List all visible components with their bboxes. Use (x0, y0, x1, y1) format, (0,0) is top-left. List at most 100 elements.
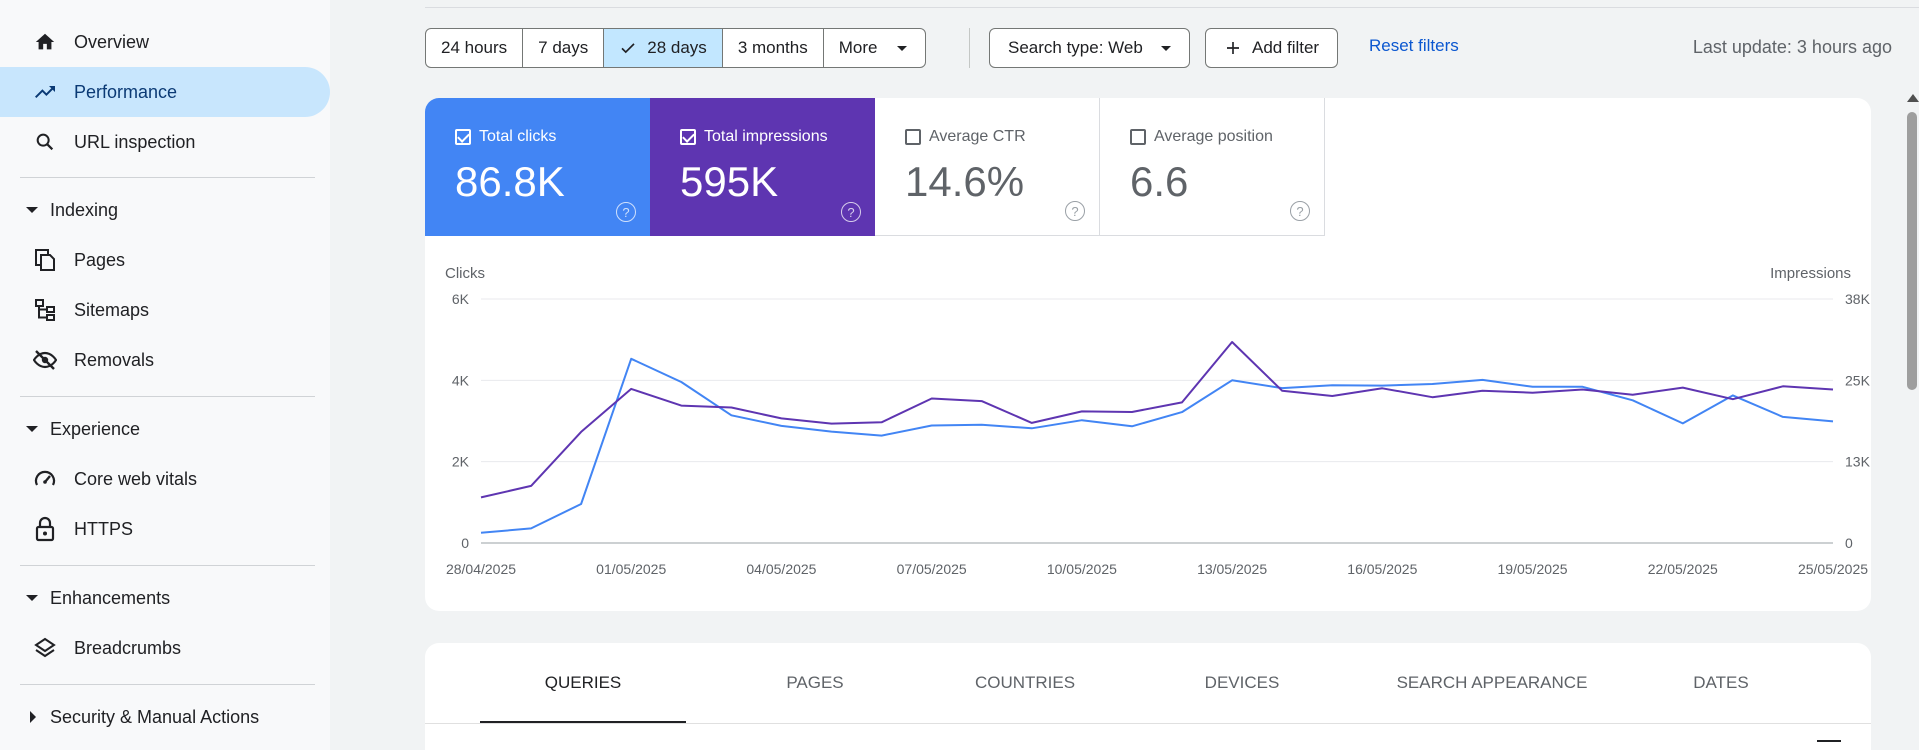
dropdown-arrow-icon (897, 45, 908, 51)
range-7-days[interactable]: 7 days (523, 29, 605, 67)
home-icon (32, 29, 58, 55)
y-right-tick-label: 13K (1845, 454, 1871, 470)
caret-down-icon (26, 426, 38, 432)
range-label: 7 days (538, 38, 589, 57)
checkbox[interactable] (1130, 129, 1146, 145)
metric-value: 6.6 (1130, 158, 1189, 205)
metric-label: Average position (1154, 128, 1273, 145)
sitemap-icon (32, 297, 58, 323)
tab-countries[interactable]: COUNTRIES (925, 643, 1125, 723)
tab-devices[interactable]: DEVICES (1142, 643, 1342, 723)
visibility-off-icon (32, 347, 58, 373)
y-left-tick-label: 4K (452, 372, 470, 388)
y-left-tick-label: 0 (461, 535, 469, 551)
check-icon (621, 43, 635, 54)
trending-up-icon (32, 79, 58, 105)
sidebar-item-overview[interactable]: Overview (0, 17, 330, 67)
sidebar-item-label: HTTPS (74, 518, 134, 539)
tab-queries[interactable]: QUERIES (480, 643, 686, 723)
layers-icon (32, 635, 58, 661)
range-label: 28 days (647, 38, 707, 57)
x-tick-label: 25/05/2025 (1798, 561, 1868, 577)
add-filter-label: Add filter (1252, 38, 1320, 57)
tab-search-appearance[interactable]: SEARCH APPEARANCE (1362, 643, 1622, 723)
sidebar-item-label: Overview (74, 31, 150, 52)
help-icon[interactable]: ? (841, 202, 861, 222)
sidebar-item-label: Breadcrumbs (74, 637, 182, 658)
help-icon[interactable]: ? (1290, 201, 1310, 221)
sidebar-item-label: Core web vitals (74, 468, 198, 489)
add-filter-button[interactable]: Add filter (1205, 28, 1339, 68)
caret-down-icon (26, 595, 38, 601)
sidebar-item-pages[interactable]: Pages (0, 235, 330, 285)
scroll-up-icon[interactable] (1907, 94, 1919, 102)
x-tick-label: 10/05/2025 (1047, 561, 1117, 577)
x-tick-label: 22/05/2025 (1648, 561, 1718, 577)
scrollbar[interactable] (1903, 90, 1919, 750)
tab-label: QUERIES (544, 673, 622, 692)
section-security[interactable]: Security & Manual Actions (0, 697, 330, 737)
tab-label: COUNTRIES (974, 673, 1076, 692)
toolbar-separator (969, 28, 970, 68)
divider (20, 396, 315, 397)
help-icon[interactable]: ? (1065, 201, 1085, 221)
sidebar-item-label: Performance (74, 81, 178, 102)
performance-card: Total clicks 86.8K ? Total impressions 5… (425, 98, 1871, 611)
caret-down-icon (26, 207, 38, 213)
date-range-selector: 24 hours 7 days 28 days 3 months More (425, 28, 927, 68)
search-type-label: Search type: Web (1008, 38, 1143, 57)
sidebar-item-url-inspection[interactable]: URL inspection (0, 117, 330, 167)
tab-dates[interactable]: DATES (1621, 643, 1821, 723)
section-enhancements[interactable]: Enhancements (0, 578, 330, 618)
sidebar-item-removals[interactable]: Removals (0, 335, 330, 385)
help-icon[interactable]: ? (616, 202, 636, 222)
range-more[interactable]: More (824, 29, 926, 67)
checkbox[interactable] (680, 129, 696, 145)
section-indexing[interactable]: Indexing (0, 190, 330, 230)
metric-average-position[interactable]: Average position 6.6 ? (1100, 98, 1325, 236)
metric-total-clicks[interactable]: Total clicks 86.8K ? (425, 98, 650, 236)
sidebar-item-performance[interactable]: Performance (0, 67, 330, 117)
y-right-tick-label: 25K (1845, 372, 1871, 388)
menu-icon[interactable] (1817, 740, 1841, 742)
pages-icon (32, 247, 58, 273)
metric-label: Total impressions (704, 128, 828, 145)
section-label: Experience (50, 418, 141, 439)
range-28-days[interactable]: 28 days (604, 29, 723, 67)
scrollbar-thumb[interactable] (1907, 112, 1917, 390)
speedometer-icon (32, 466, 58, 492)
metric-value: 86.8K (455, 158, 565, 205)
sidebar-item-https[interactable]: HTTPS (0, 504, 330, 554)
lock-icon (32, 516, 58, 542)
tab-label: DEVICES (1204, 673, 1280, 692)
range-label: 24 hours (441, 38, 508, 57)
checkbox[interactable] (455, 129, 471, 145)
section-label: Security & Manual Actions (50, 706, 260, 727)
metric-average-ctr[interactable]: Average CTR 14.6% ? (875, 98, 1100, 236)
metric-label: Average CTR (929, 128, 1026, 145)
range-24-hours[interactable]: 24 hours (426, 29, 524, 67)
divider (20, 684, 315, 685)
checkbox[interactable] (905, 129, 921, 145)
section-label: Enhancements (50, 587, 171, 608)
sidebar-item-sitemaps[interactable]: Sitemaps (0, 285, 330, 335)
plus-icon (1227, 42, 1239, 54)
x-tick-label: 01/05/2025 (596, 561, 666, 577)
search-type-filter[interactable]: Search type: Web (989, 28, 1190, 68)
metric-value: 595K (680, 158, 779, 205)
section-experience[interactable]: Experience (0, 409, 330, 449)
tab-pages[interactable]: PAGES (715, 643, 915, 723)
section-label: Indexing (50, 199, 119, 220)
range-3-months[interactable]: 3 months (723, 29, 824, 67)
sidebar-item-core-web-vitals[interactable]: Core web vitals (0, 454, 330, 504)
x-tick-label: 16/05/2025 (1347, 561, 1417, 577)
tabs-divider (425, 723, 1871, 724)
divider (20, 565, 315, 566)
caret-right-icon (30, 711, 36, 723)
reset-filters-link[interactable]: Reset filters (1369, 36, 1459, 56)
y-right-tick-label: 38K (1845, 291, 1871, 307)
tab-label: SEARCH APPEARANCE (1396, 673, 1588, 692)
y-left-axis-label: Clicks (445, 265, 485, 282)
metric-total-impressions[interactable]: Total impressions 595K ? (650, 98, 875, 236)
sidebar-item-breadcrumbs[interactable]: Breadcrumbs (0, 623, 330, 673)
